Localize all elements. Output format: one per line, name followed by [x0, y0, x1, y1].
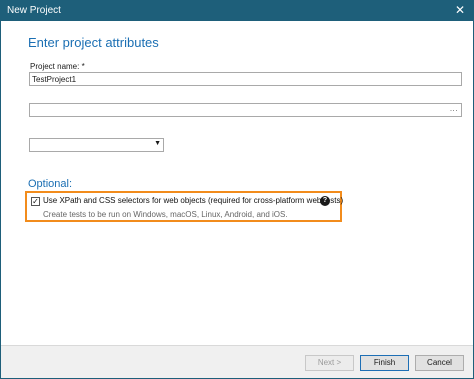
- page-heading: Enter project attributes: [28, 35, 159, 50]
- project-name-input[interactable]: TestProject1: [29, 72, 462, 86]
- xpath-css-checkbox[interactable]: ✓: [31, 197, 40, 206]
- finish-button[interactable]: Finish: [360, 355, 409, 371]
- next-button[interactable]: Next >: [305, 355, 354, 371]
- window-title: New Project: [7, 5, 61, 16]
- browse-button[interactable]: ...: [450, 104, 458, 113]
- title-bar[interactable]: New Project ✕: [1, 1, 473, 21]
- new-project-dialog: New Project ✕ Enter project attributes P…: [0, 0, 474, 379]
- xpath-option-highlight: ✓ Use XPath and CSS selectors for web ob…: [25, 191, 343, 222]
- project-name-label: Project name: *: [30, 62, 85, 71]
- close-icon[interactable]: ✕: [453, 3, 467, 17]
- optional-heading: Optional:: [28, 178, 73, 190]
- dropdown-arrow-icon: ▼: [154, 140, 161, 147]
- dialog-content: Enter project attributes Project name: *…: [1, 21, 473, 345]
- cancel-button[interactable]: Cancel: [415, 355, 464, 371]
- xpath-css-option-label[interactable]: Use XPath and CSS selectors for web obje…: [43, 196, 343, 205]
- project-type-dropdown[interactable]: ▼: [29, 138, 164, 152]
- help-icon[interactable]: ?: [320, 196, 330, 206]
- footer-separator: [1, 345, 473, 346]
- project-name-value: TestProject1: [32, 75, 77, 84]
- project-location-input[interactable]: ...: [29, 103, 462, 117]
- xpath-css-option-description: Create tests to be run on Windows, macOS…: [43, 210, 288, 219]
